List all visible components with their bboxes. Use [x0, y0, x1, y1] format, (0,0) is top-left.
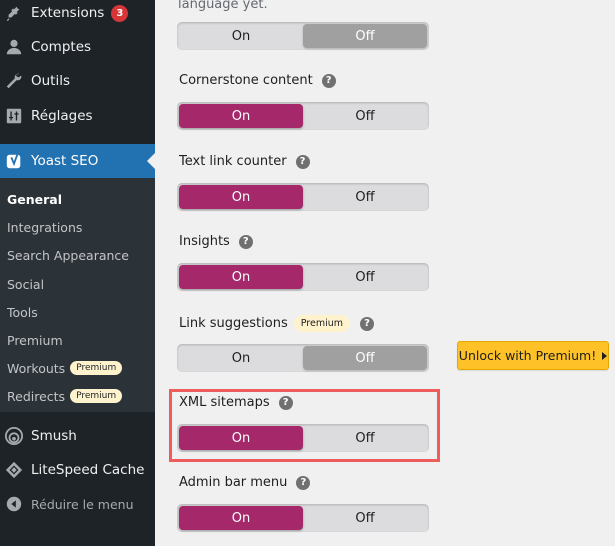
submenu-item-workouts[interactable]: Workouts Premium: [7, 358, 123, 378]
main-content: language yet. On Off Cornerstone content…: [155, 0, 615, 546]
sidebar-item-label: LiteSpeed Cache: [31, 462, 145, 478]
wrench-icon: [4, 71, 24, 91]
submenu-label: Social: [7, 276, 45, 292]
toggle-xml-sitemaps[interactable]: On Off: [177, 424, 429, 452]
help-icon[interactable]: ?: [295, 154, 310, 169]
toggle-off-option[interactable]: Off: [303, 104, 427, 128]
smush-icon: [4, 426, 24, 446]
toggle-unnamed-feature[interactable]: On Off: [177, 22, 429, 50]
toggle-off-option[interactable]: Off: [303, 24, 427, 48]
toggle-admin-bar-menu[interactable]: On Off: [177, 504, 429, 532]
admin-sidebar: Extensions 3 Comptes Outils Réglages Yoa…: [0, 0, 155, 546]
feature-label-text-link-counter: Text link counter ?: [179, 154, 310, 169]
toggle-link-suggestions[interactable]: On Off: [177, 344, 429, 372]
sidebar-item-label: Smush: [31, 428, 77, 444]
sidebar-item-label: Outils: [31, 73, 71, 89]
collapse-arrow-icon: [4, 494, 24, 514]
sidebar-item-label: Extensions: [31, 5, 105, 21]
help-icon[interactable]: ?: [360, 316, 374, 331]
help-icon[interactable]: ?: [238, 234, 253, 249]
feature-label-text: XML sitemaps: [179, 395, 270, 410]
help-icon[interactable]: ?: [296, 475, 311, 490]
submenu-item-redirects[interactable]: Redirects Premium: [7, 386, 123, 406]
sidebar-item-outils[interactable]: Outils: [0, 64, 155, 98]
unlock-button-label: Unlock with Premium!: [458, 348, 597, 363]
submenu-label: General: [7, 191, 62, 207]
sidebar-item-smush[interactable]: Smush: [0, 419, 155, 453]
sidebar-item-yoast-seo[interactable]: Yoast SEO: [0, 144, 155, 178]
toggle-off-option[interactable]: Off: [303, 346, 427, 370]
submenu-label: Workouts: [7, 360, 66, 376]
sidebar-item-label: Réglages: [31, 108, 93, 124]
intro-text: language yet.: [178, 0, 268, 12]
yoast-submenu: General Integrations Search Appearance S…: [0, 178, 155, 412]
settings-sliders-icon: [4, 106, 24, 126]
sidebar-item-extensions[interactable]: Extensions 3: [0, 0, 155, 30]
user-icon: [4, 37, 24, 57]
submenu-label: Integrations: [7, 219, 83, 235]
toggle-cornerstone-content[interactable]: On Off: [177, 102, 429, 130]
submenu-item-social[interactable]: Social: [7, 274, 44, 294]
toggle-on-option[interactable]: On: [179, 265, 303, 289]
collapse-label: Réduire le menu: [31, 496, 134, 512]
unlock-with-premium-button[interactable]: Unlock with Premium!: [457, 341, 609, 370]
submenu-label: Premium: [7, 332, 63, 348]
sidebar-item-reglages[interactable]: Réglages: [0, 99, 155, 133]
toggle-on-option[interactable]: On: [179, 24, 303, 48]
sidebar-item-comptes[interactable]: Comptes: [0, 30, 155, 64]
collapse-menu-button[interactable]: Réduire le menu: [0, 487, 155, 521]
toggle-insights[interactable]: On Off: [177, 263, 429, 291]
toggle-off-option[interactable]: Off: [303, 185, 427, 209]
toggle-off-option[interactable]: Off: [303, 506, 427, 530]
toggle-on-option[interactable]: On: [179, 426, 303, 450]
submenu-item-search-appearance[interactable]: Search Appearance: [7, 245, 129, 265]
litespeed-icon: [4, 460, 24, 480]
feature-label-link-suggestions: Link suggestions Premium ?: [179, 315, 374, 332]
feature-label-text: Link suggestions: [179, 316, 288, 331]
help-icon[interactable]: ?: [321, 73, 336, 88]
toggle-text-link-counter[interactable]: On Off: [177, 183, 429, 211]
toggle-on-option[interactable]: On: [179, 104, 303, 128]
sidebar-item-label: Comptes: [31, 39, 92, 55]
submenu-label: Tools: [7, 304, 38, 320]
yoast-icon: [4, 151, 24, 171]
feature-label-text: Text link counter: [179, 154, 287, 169]
toggle-on-option[interactable]: On: [179, 185, 303, 209]
help-icon[interactable]: ?: [278, 395, 293, 410]
toggle-off-option[interactable]: Off: [303, 265, 427, 289]
submenu-item-premium[interactable]: Premium: [7, 330, 63, 350]
sidebar-item-label: Yoast SEO: [31, 153, 99, 169]
toggle-on-option[interactable]: On: [179, 346, 303, 370]
current-menu-arrow: [147, 153, 155, 169]
submenu-item-integrations[interactable]: Integrations: [7, 217, 82, 237]
premium-tag: Premium: [293, 315, 350, 332]
submenu-label: Search Appearance: [7, 247, 129, 263]
submenu-item-tools[interactable]: Tools: [7, 302, 38, 322]
premium-pill: Premium: [70, 361, 123, 375]
feature-label-text: Cornerstone content: [179, 73, 313, 88]
submenu-label: Redirects: [7, 388, 66, 404]
feature-label-xml-sitemaps: XML sitemaps ?: [179, 395, 293, 410]
plugin-icon: [4, 3, 24, 23]
update-count-badge: 3: [111, 4, 129, 22]
toggle-off-option[interactable]: Off: [303, 426, 427, 450]
feature-label-insights: Insights ?: [179, 234, 253, 249]
caret-right-icon: [602, 351, 608, 360]
submenu-item-general[interactable]: General: [7, 189, 62, 209]
feature-label-text: Insights: [179, 234, 230, 249]
feature-label-text: Admin bar menu: [179, 475, 288, 490]
sidebar-item-litespeed-cache[interactable]: LiteSpeed Cache: [0, 453, 155, 487]
toggle-on-option[interactable]: On: [179, 506, 303, 530]
feature-label-admin-bar-menu: Admin bar menu ?: [179, 475, 311, 490]
feature-label-cornerstone-content: Cornerstone content ?: [179, 73, 336, 88]
premium-pill: Premium: [70, 389, 123, 403]
